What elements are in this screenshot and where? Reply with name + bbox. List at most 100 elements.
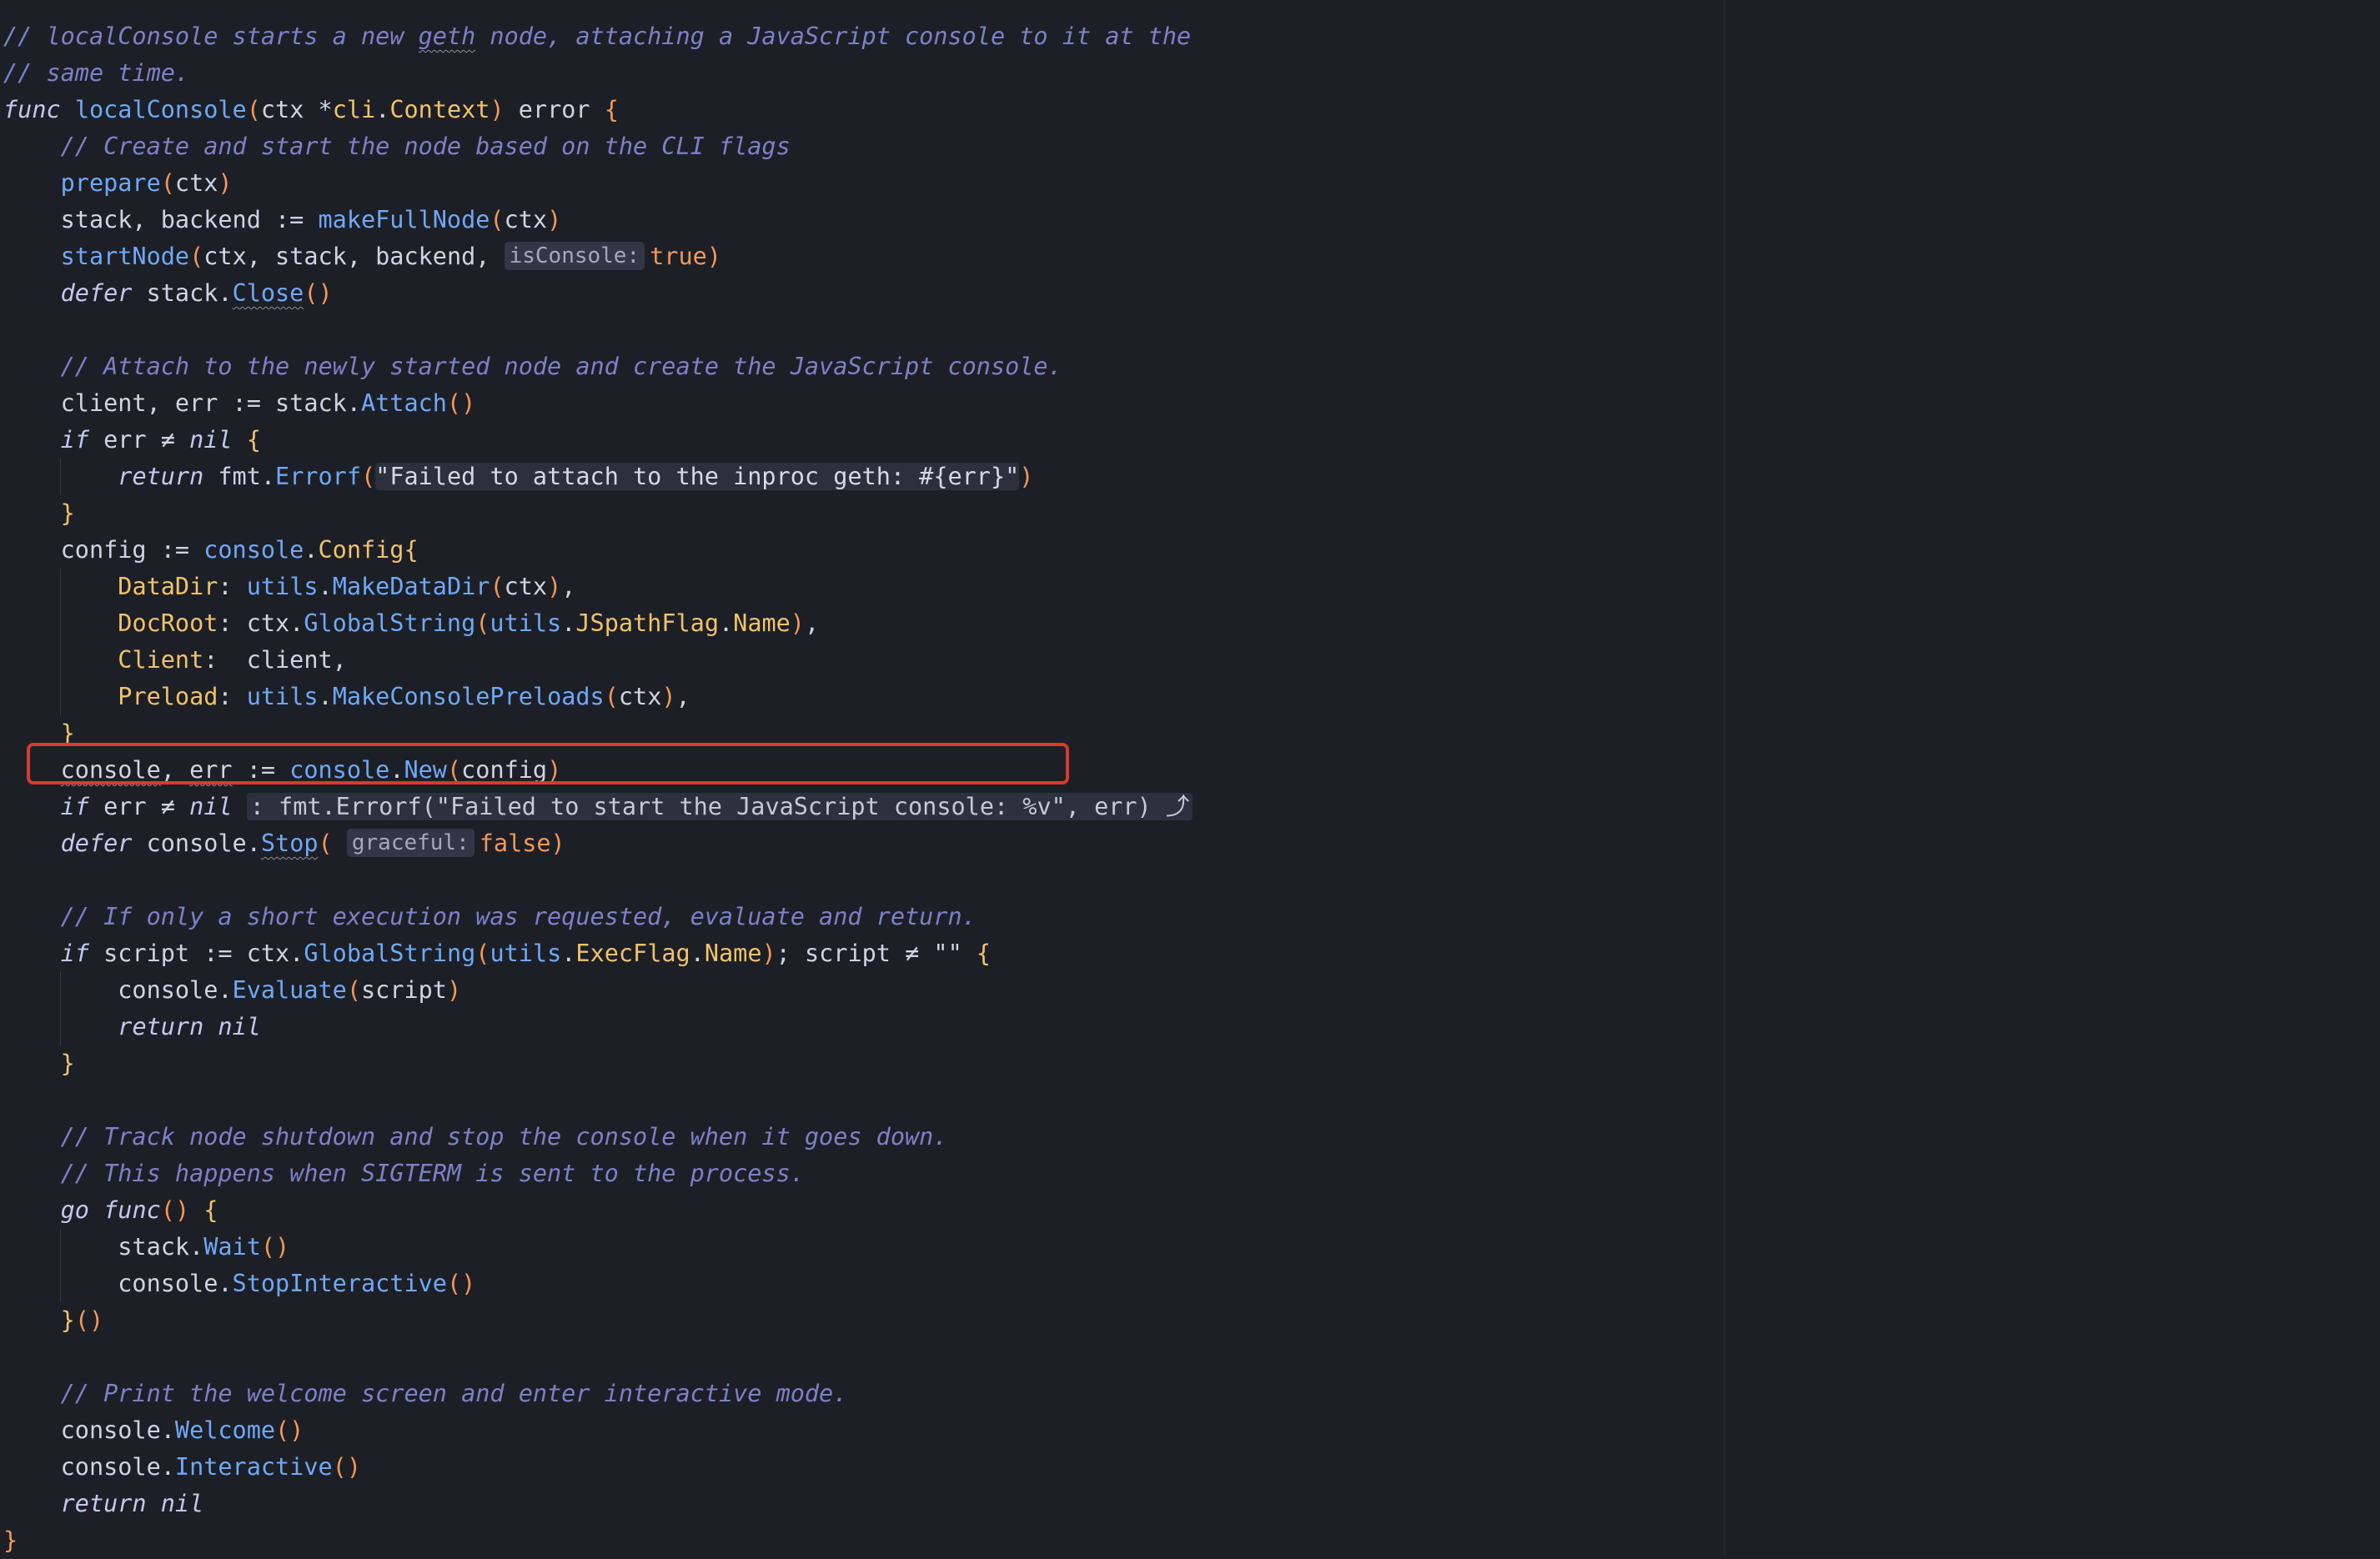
indent-guide: [60, 1229, 61, 1302]
code-line[interactable]: // Print the welcome screen and enter in…: [3, 1376, 1193, 1412]
code-token: {: [604, 96, 619, 123]
code-token: Close: [232, 279, 304, 307]
code-line[interactable]: // Track node shutdown and stop the cons…: [3, 1119, 1193, 1155]
code-token: : ctx.: [218, 609, 304, 637]
code-line[interactable]: [3, 1339, 1193, 1376]
code-token: client, err := stack.: [3, 389, 361, 417]
code-line[interactable]: console.Evaluate(script): [3, 972, 1193, 1009]
folded-block[interactable]: : fmt.Errorf("Failed to start the JavaSc…: [246, 793, 1193, 820]
code-token: Evaluate: [232, 976, 347, 1004]
code-line[interactable]: // This happens when SIGTERM is sent to …: [3, 1155, 1193, 1192]
code-line[interactable]: console.Interactive(): [3, 1449, 1193, 1486]
code-line[interactable]: [3, 312, 1193, 348]
code-token: err ≠: [88, 793, 190, 820]
code-line[interactable]: // localConsole starts a new geth node, …: [3, 18, 1193, 55]
code-line[interactable]: defer stack.Close(): [3, 275, 1193, 312]
code-token: ): [547, 573, 562, 600]
code-editor[interactable]: // localConsole starts a new geth node, …: [0, 0, 1724, 1557]
code-token: ): [490, 96, 505, 123]
code-token: ): [550, 830, 565, 857]
inlay-hint: graceful:: [346, 829, 474, 857]
code-token: .: [561, 940, 576, 967]
code-comment: // localConsole starts a new: [3, 23, 419, 50]
code-token: {: [404, 536, 419, 564]
code-line[interactable]: client, err := stack.Attach(): [3, 385, 1193, 422]
code-token: stack, backend :=: [3, 206, 319, 233]
code-token: (: [490, 573, 505, 600]
code-line[interactable]: stack, backend := makeFullNode(ctx): [3, 202, 1193, 238]
code-token: nil: [189, 793, 233, 820]
code-token: StopInteractive: [232, 1270, 447, 1297]
code-token: fmt.: [203, 463, 276, 490]
code-line[interactable]: return nil: [3, 1009, 1193, 1045]
code-token: MakeConsolePreloads: [332, 683, 605, 710]
code-line[interactable]: if err ≠ nil {: [3, 422, 1193, 459]
code-line[interactable]: func localConsole(ctx *cli.Context) erro…: [3, 92, 1193, 128]
code-line[interactable]: startNode(ctx, stack, backend, isConsole…: [3, 238, 1193, 275]
code-token: console: [203, 536, 304, 564]
code-token: error: [504, 96, 605, 123]
code-line[interactable]: console.StopInteractive(): [3, 1266, 1193, 1302]
code-token: ): [1019, 463, 1034, 490]
code-token: return: [60, 1490, 147, 1517]
code-lines[interactable]: // localConsole starts a new geth node, …: [3, 18, 1193, 1559]
code-token: }: [3, 1526, 18, 1554]
inlay-hint: isConsole:: [504, 242, 645, 270]
code-token: makeFullNode: [318, 206, 490, 233]
code-line[interactable]: console.Welcome(): [3, 1412, 1193, 1449]
code-token: Welcome: [174, 1416, 276, 1444]
code-token: (: [360, 463, 376, 490]
indent-guide: [60, 569, 61, 715]
code-line[interactable]: [3, 1082, 1193, 1119]
code-line[interactable]: DataDir: utils.MakeDataDir(ctx),: [3, 569, 1193, 605]
code-token: (: [490, 206, 505, 233]
code-line[interactable]: // Create and start the node based on th…: [3, 128, 1193, 165]
code-token: console.: [3, 1453, 175, 1481]
code-line[interactable]: return fmt.Errorf("Failed to attach to t…: [3, 459, 1193, 495]
highlight-annotation-box: [27, 743, 1069, 785]
empty-editor-pane[interactable]: [1725, 0, 2380, 1557]
code-line[interactable]: if err ≠ nil : fmt.Errorf("Failed to sta…: [3, 789, 1193, 825]
code-token: ): [761, 940, 776, 967]
code-line[interactable]: config := console.Config{: [3, 532, 1193, 569]
code-line[interactable]: Client: client,: [3, 642, 1193, 679]
code-line[interactable]: if script := ctx.GlobalString(utils.Exec…: [3, 935, 1193, 972]
code-line[interactable]: // same time.: [3, 55, 1193, 92]
code-line[interactable]: go func() {: [3, 1192, 1193, 1229]
code-line[interactable]: stack.Wait(): [3, 1229, 1193, 1266]
code-token: ): [661, 683, 676, 710]
code-line[interactable]: // Attach to the newly started node and …: [3, 348, 1193, 385]
code-token: .: [375, 96, 390, 123]
code-line[interactable]: }(): [3, 1302, 1193, 1339]
code-line[interactable]: // If only a short execution was request…: [3, 899, 1193, 935]
code-line[interactable]: }: [3, 495, 1193, 532]
code-line[interactable]: [3, 862, 1193, 899]
code-line[interactable]: Preload: utils.MakeConsolePreloads(ctx),: [3, 679, 1193, 715]
code-token: utils: [490, 940, 562, 967]
code-token: (: [160, 169, 175, 197]
code-token: ): [446, 976, 462, 1004]
code-token: ): [218, 169, 233, 197]
code-token: : client,: [203, 646, 347, 674]
code-line[interactable]: return nil: [3, 1486, 1193, 1522]
code-comment: // Print the welcome screen and enter in…: [60, 1380, 848, 1407]
code-token: Errorf: [275, 463, 361, 490]
code-token: utils: [490, 609, 562, 637]
code-token: ctx: [174, 169, 218, 197]
code-token: (): [260, 1233, 290, 1261]
code-line[interactable]: }: [3, 1522, 1193, 1559]
code-token: func: [3, 96, 61, 123]
code-line[interactable]: }: [3, 1045, 1193, 1082]
code-line[interactable]: DocRoot: ctx.GlobalString(utils.JSpathFl…: [3, 605, 1193, 642]
code-line[interactable]: prepare(ctx): [3, 165, 1193, 202]
code-line[interactable]: defer console.Stop( graceful: false): [3, 825, 1193, 862]
